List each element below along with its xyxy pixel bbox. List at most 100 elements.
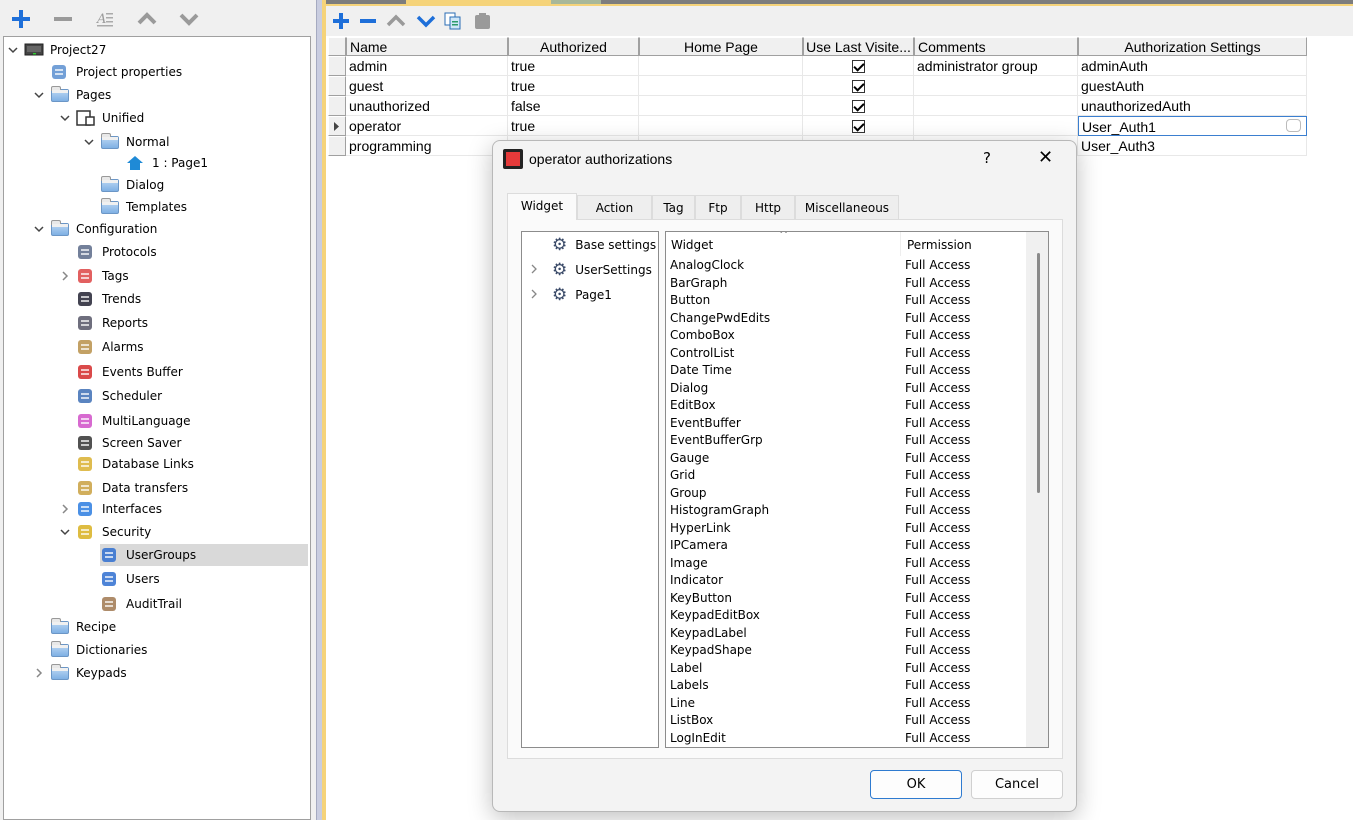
widget-permission[interactable]: Full Access	[905, 275, 970, 293]
column-header-permission[interactable]: Permission	[902, 232, 1027, 256]
list-item[interactable]: Gauge Full Access	[666, 450, 1026, 468]
tab-http[interactable]: Http	[741, 195, 795, 219]
category-usersettings[interactable]: ⚙ UserSettings	[531, 258, 652, 282]
row-selector[interactable]	[328, 56, 346, 76]
expand-chevron-right-icon[interactable]	[528, 288, 540, 303]
column-header-authorized[interactable]: Authorized	[508, 37, 639, 56]
widget-permission[interactable]: Full Access	[905, 712, 970, 730]
row-selector[interactable]	[328, 96, 346, 116]
column-header-authorization-settings[interactable]: Authorization Settings	[1078, 37, 1307, 56]
widget-permission[interactable]: Full Access	[905, 450, 970, 468]
cell-home-page[interactable]	[639, 76, 803, 96]
column-header-comments[interactable]: Comments	[914, 37, 1078, 56]
tab-widget[interactable]: Widget	[507, 193, 577, 220]
cancel-button[interactable]: Cancel	[971, 770, 1063, 799]
copy-button[interactable]	[440, 8, 466, 34]
cell-auth-settings[interactable]: unauthorizedAuth	[1078, 96, 1307, 116]
tree-item-templates[interactable]: Templates	[100, 196, 187, 218]
row-selector[interactable]	[328, 76, 346, 96]
tree-item-alarms[interactable]: Alarms	[76, 336, 144, 358]
cell-name[interactable]: operator	[346, 116, 508, 136]
list-item[interactable]: Button Full Access	[666, 292, 1026, 310]
paste-button[interactable]	[469, 8, 495, 34]
move-row-down-button[interactable]	[413, 8, 439, 34]
widget-permission[interactable]: Full Access	[905, 257, 970, 275]
list-item[interactable]: ControlList Full Access	[666, 345, 1026, 363]
cell-home-page[interactable]	[639, 116, 803, 136]
list-item[interactable]: Image Full Access	[666, 555, 1026, 573]
widget-permission[interactable]: Full Access	[905, 432, 970, 450]
help-button[interactable]: ?	[983, 149, 991, 167]
widget-permission[interactable]: Full Access	[905, 572, 970, 590]
use-last-visited-checkbox-cell[interactable]	[803, 56, 914, 76]
table-row[interactable]: admin true administrator group adminAuth	[328, 56, 1308, 76]
list-item[interactable]: ChangePwdEdits Full Access	[666, 310, 1026, 328]
list-item[interactable]: KeypadShape Full Access	[666, 642, 1026, 660]
widget-permission[interactable]: Full Access	[905, 730, 970, 748]
category-base-settings[interactable]: ⚙ Base settings	[552, 233, 656, 257]
checkbox-checked[interactable]	[851, 119, 865, 133]
list-item[interactable]: EditBox Full Access	[666, 397, 1026, 415]
widget-permission[interactable]: Full Access	[905, 642, 970, 660]
expand-chevron-right-icon[interactable]	[528, 263, 540, 278]
widget-permission[interactable]: Full Access	[905, 502, 970, 520]
tree-item-data-transfers[interactable]: Data transfers	[76, 477, 188, 499]
expand-chevron-down-icon[interactable]	[32, 222, 46, 236]
document-tab[interactable]	[551, 0, 601, 4]
cell-auth-settings[interactable]: adminAuth	[1078, 56, 1307, 76]
tree-item-recipe[interactable]: Recipe	[50, 616, 116, 638]
ok-button[interactable]: OK	[870, 770, 962, 799]
use-last-visited-checkbox-cell[interactable]	[803, 116, 914, 136]
tab-ftp[interactable]: Ftp	[695, 195, 741, 219]
tree-item-normal[interactable]: Normal	[100, 131, 169, 153]
tree-item-multilanguage[interactable]: MultiLanguage	[76, 410, 191, 432]
tab-action[interactable]: Action	[577, 195, 652, 219]
tree-item-trends[interactable]: Trends	[76, 288, 141, 310]
vertical-scrollbar[interactable]	[1026, 232, 1048, 747]
tree-item-tags[interactable]: Tags	[76, 265, 129, 287]
widget-permission[interactable]: Full Access	[905, 362, 970, 380]
list-item[interactable]: HistogramGraph Full Access	[666, 502, 1026, 520]
cell-auth-settings[interactable]: guestAuth	[1078, 76, 1307, 96]
tree-item-protocols[interactable]: Protocols	[76, 241, 157, 263]
collapse-chevron-right-icon[interactable]	[58, 269, 72, 283]
list-item[interactable]: EventBuffer Full Access	[666, 415, 1026, 433]
tree-item-project-properties[interactable]: Project properties	[50, 61, 182, 83]
row-selector[interactable]	[328, 116, 346, 136]
tree-item-security[interactable]: Security	[76, 521, 151, 543]
tree-item-1-page1[interactable]: 1 : Page1	[126, 152, 208, 174]
use-last-visited-checkbox-cell[interactable]	[803, 76, 914, 96]
list-item[interactable]: LogInEdit Full Access	[666, 730, 1026, 748]
move-down-button[interactable]	[176, 6, 202, 32]
cell-home-page[interactable]	[639, 56, 803, 76]
checkbox-checked[interactable]	[851, 99, 865, 113]
list-item[interactable]: Label Full Access	[666, 660, 1026, 678]
list-item[interactable]: HyperLink Full Access	[666, 520, 1026, 538]
ellipsis-edit-button[interactable]	[1286, 119, 1301, 132]
category-page1[interactable]: ⚙ Page1	[531, 283, 612, 307]
tree-item-project27[interactable]: Project27	[24, 39, 106, 61]
tree-item-usergroups[interactable]: UserGroups	[100, 544, 308, 566]
list-item[interactable]: BarGraph Full Access	[666, 275, 1026, 293]
widget-permission[interactable]: Full Access	[905, 345, 970, 363]
row-selector[interactable]	[328, 136, 346, 156]
table-row[interactable]: unauthorized false unauthorizedAuth	[328, 96, 1308, 116]
column-header-name[interactable]: Name	[346, 37, 508, 56]
move-row-up-button[interactable]	[383, 8, 409, 34]
column-header-home-page[interactable]: Home Page	[639, 37, 803, 56]
list-item[interactable]: Dialog Full Access	[666, 380, 1026, 398]
tree-item-configuration[interactable]: Configuration	[50, 218, 157, 240]
scrollbar-thumb[interactable]	[1037, 253, 1040, 493]
list-item[interactable]: KeyButton Full Access	[666, 590, 1026, 608]
widget-permission[interactable]: Full Access	[905, 660, 970, 678]
widget-permission[interactable]: Full Access	[905, 467, 970, 485]
checkbox-checked[interactable]	[851, 59, 865, 73]
list-item[interactable]: Line Full Access	[666, 695, 1026, 713]
cell-name[interactable]: programming	[346, 136, 508, 156]
tree-item-dictionaries[interactable]: Dictionaries	[50, 639, 147, 661]
cell-comments[interactable]: administrator group	[914, 56, 1078, 76]
tab-miscellaneous[interactable]: Miscellaneous	[795, 195, 899, 219]
cell-name[interactable]: unauthorized	[346, 96, 508, 116]
cell-auth-settings-editor[interactable]: User_Auth1	[1078, 116, 1307, 136]
list-item[interactable]: AnalogClock Full Access	[666, 257, 1026, 275]
